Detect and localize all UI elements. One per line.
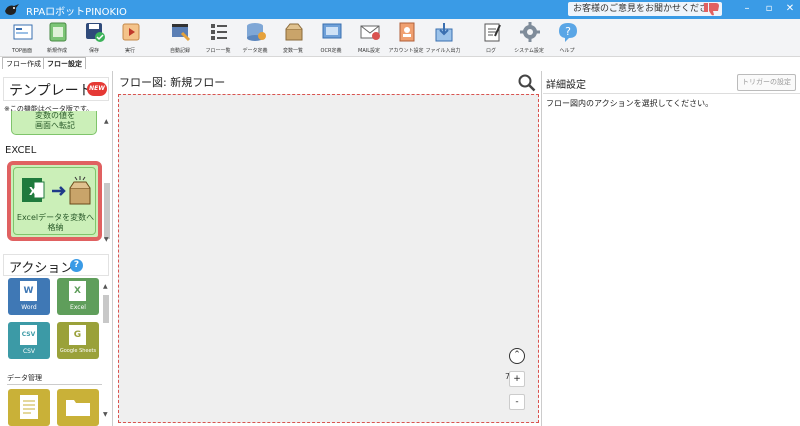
minimize-button[interactable]: – bbox=[740, 2, 754, 16]
trigger-settings-button[interactable]: トリガーの設定 bbox=[737, 74, 796, 91]
toolbar-data-definition-button[interactable]: データ定義 bbox=[237, 20, 273, 57]
toolbar-flow-list-button[interactable]: フロー一覧 bbox=[200, 20, 236, 57]
gear-icon bbox=[520, 22, 540, 42]
save-icon bbox=[86, 23, 105, 42]
data-management-section: データ管理 bbox=[7, 374, 42, 382]
maximize-button[interactable]: ▫ bbox=[762, 2, 776, 16]
folder-icon bbox=[66, 400, 90, 416]
database-icon bbox=[247, 23, 266, 41]
toolbar-mail-button[interactable]: MAIL設定 bbox=[351, 20, 387, 57]
template-section-excel: EXCEL bbox=[5, 145, 37, 156]
template-scrollbar-thumb[interactable] bbox=[104, 183, 110, 239]
document-icon bbox=[20, 395, 38, 419]
word-icon: W bbox=[20, 281, 37, 301]
home-icon bbox=[13, 24, 33, 40]
search-icon[interactable] bbox=[518, 74, 536, 92]
help-icon: ? bbox=[559, 23, 577, 42]
toolbar-new-button[interactable]: 新規作成 bbox=[39, 20, 75, 57]
svg-text:X: X bbox=[29, 185, 38, 198]
thumbs-down-icon[interactable] bbox=[703, 1, 721, 17]
action-help-icon[interactable]: ? bbox=[70, 259, 83, 272]
toolbar-run-button[interactable]: 実行 bbox=[112, 20, 148, 57]
tab-flow-create[interactable]: フロー作成 bbox=[2, 57, 45, 69]
action-csv[interactable]: CSV CSV bbox=[8, 322, 50, 359]
variable-box-icon bbox=[285, 23, 303, 41]
detail-title: 詳細設定 bbox=[546, 80, 586, 91]
detail-message: フロー図内のアクションを選択してください。 bbox=[546, 99, 714, 108]
tab-flow-settings[interactable]: フロー設定 bbox=[43, 57, 86, 69]
app-title: RPAロボットPINOKIO bbox=[26, 7, 127, 18]
svg-text:?: ? bbox=[565, 25, 571, 38]
template-card-transfer[interactable]: 変数の値を 画面へ転記 bbox=[11, 111, 97, 135]
record-icon bbox=[172, 24, 191, 42]
play-icon bbox=[122, 23, 140, 41]
log-icon bbox=[484, 23, 501, 42]
chevron-up-icon[interactable]: ⌃ bbox=[509, 348, 525, 364]
close-button[interactable]: ✕ bbox=[783, 2, 797, 16]
template-card-excel-to-variable[interactable]: X Excelデータを変数へ格納 bbox=[7, 161, 102, 241]
toolbar-save-button[interactable]: 保存 bbox=[76, 20, 112, 57]
zoom-in-button[interactable]: + bbox=[509, 371, 525, 387]
section-divider bbox=[7, 384, 102, 385]
toolbar-system-settings-button[interactable]: システム設定 bbox=[511, 20, 547, 57]
zoom-out-button[interactable]: - bbox=[509, 394, 525, 410]
pinokio-logo-icon bbox=[5, 4, 19, 15]
feedback-button[interactable]: お客様のご意見をお聞かせください bbox=[568, 2, 723, 16]
action-text-data[interactable] bbox=[8, 389, 50, 426]
action-scrollbar-thumb[interactable] bbox=[103, 295, 109, 323]
toolbar-ocr-button[interactable]: OCR定義 bbox=[313, 20, 349, 57]
template-header: テンプレート NEW bbox=[3, 77, 109, 101]
title-bar: RPAロボットPINOKIO お客様のご意見をお聞かせください – ▫ ✕ bbox=[0, 0, 800, 19]
mail-icon bbox=[360, 25, 380, 40]
scroll-down-arrow[interactable]: ▼ bbox=[104, 236, 109, 243]
list-icon bbox=[211, 24, 227, 40]
account-icon bbox=[399, 22, 415, 42]
scroll-up-arrow[interactable]: ▲ bbox=[104, 118, 109, 125]
new-doc-icon bbox=[49, 22, 67, 42]
action-word[interactable]: W Word bbox=[8, 278, 50, 315]
action-scroll-up-arrow[interactable]: ▲ bbox=[103, 283, 108, 290]
flow-canvas[interactable]: ⌃ 75% + - bbox=[118, 94, 539, 423]
toolbar-record-button[interactable]: 自動記録 bbox=[162, 20, 198, 57]
action-google-sheets[interactable]: G Google Sheets bbox=[57, 322, 99, 359]
toolbar-log-button[interactable]: ログ bbox=[473, 20, 509, 57]
action-scroll-down-arrow[interactable]: ▼ bbox=[103, 411, 108, 418]
action-excel[interactable]: X Excel bbox=[57, 278, 99, 315]
file-io-icon bbox=[435, 23, 453, 42]
action-folder[interactable] bbox=[57, 389, 99, 426]
detail-panel: 詳細設定 トリガーの設定 フロー図内のアクションを選択してください。 bbox=[543, 71, 800, 426]
tab-bar: フロー作成 フロー設定 bbox=[0, 57, 800, 69]
toolbar-account-button[interactable]: アカウント設定 bbox=[388, 20, 424, 57]
toolbar: TOP画面 新規作成 保存 実行 自動記録 フロー一覧 データ定義 変数一覧 O… bbox=[0, 19, 800, 57]
toolbar-variable-list-button[interactable]: 変数一覧 bbox=[275, 20, 311, 57]
toolbar-file-io-button[interactable]: ファイル入出力 bbox=[425, 20, 461, 57]
left-panel: テンプレート NEW ※この機能はベータ版です。 変数の値を 画面へ転記 ▲ E… bbox=[0, 71, 113, 426]
detail-divider bbox=[543, 93, 800, 94]
csv-icon: CSV bbox=[20, 325, 37, 345]
ocr-icon bbox=[322, 23, 342, 39]
google-sheets-icon: G bbox=[69, 325, 86, 345]
flow-title: フロー図: 新規フロー bbox=[119, 76, 226, 89]
excel-icon: X bbox=[69, 281, 86, 301]
new-badge: NEW bbox=[87, 82, 107, 96]
toolbar-help-button[interactable]: ? ヘルプ bbox=[549, 20, 585, 57]
excel-to-box-icon: X bbox=[22, 176, 91, 205]
flow-panel: フロー図: 新規フロー ⌃ 75% + - bbox=[114, 71, 542, 426]
action-header: アクション ? bbox=[3, 254, 109, 276]
